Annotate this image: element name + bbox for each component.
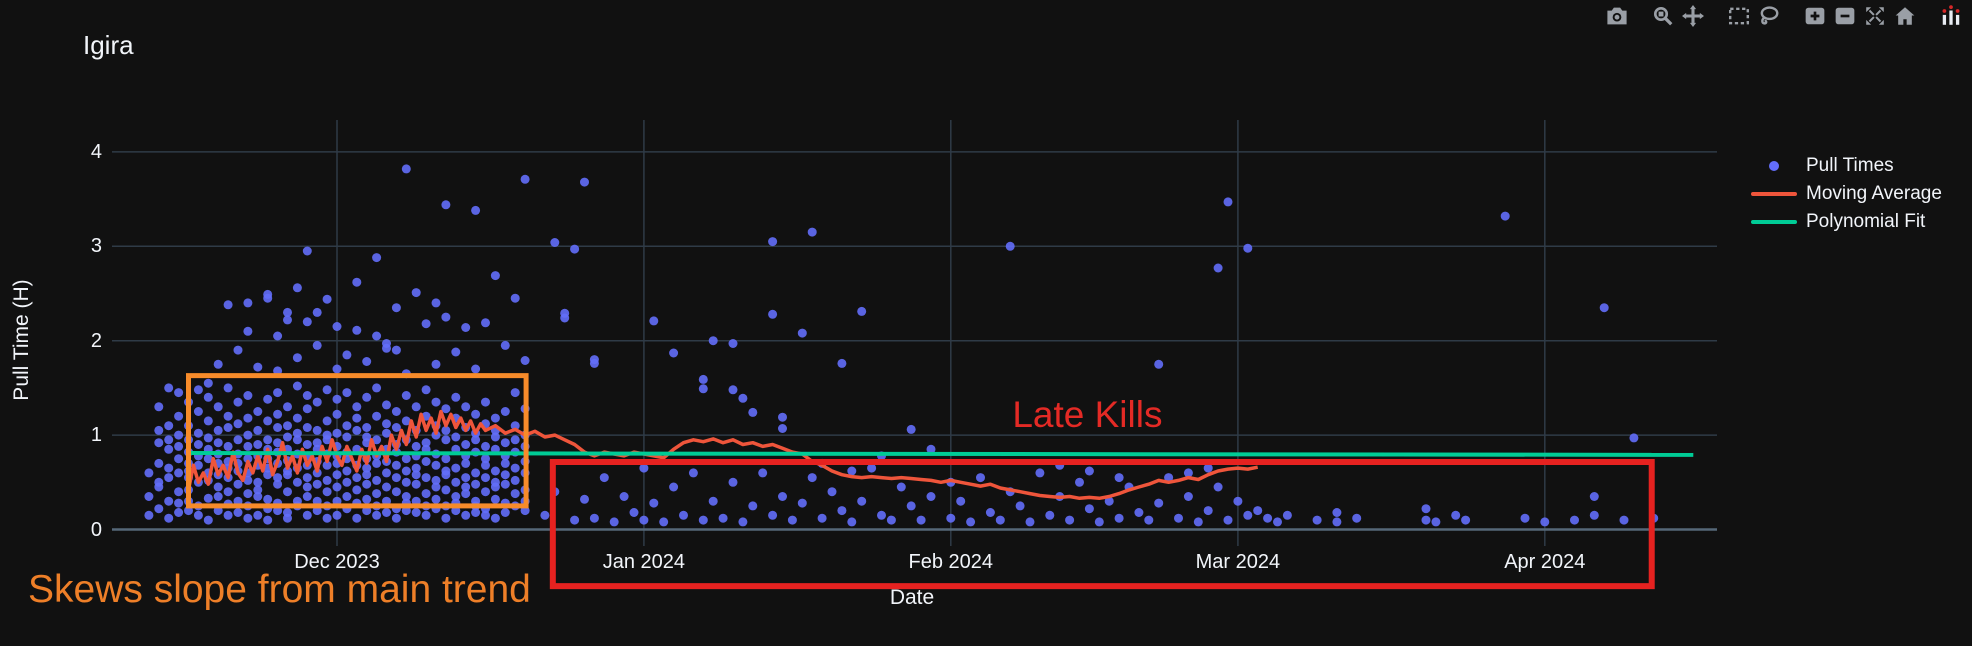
zoom-out-icon[interactable]	[1830, 3, 1860, 29]
modebar-group	[1602, 3, 1632, 29]
x-tick-label: Feb 2024	[908, 551, 994, 573]
y-tick-label: 4	[90, 140, 102, 163]
x-axis-title: Date	[889, 586, 935, 609]
modebar-group	[1800, 3, 1920, 29]
lasso-select-icon[interactable]	[1754, 3, 1784, 29]
skews-slope-annotation: Skews slope from main trend	[28, 568, 531, 611]
plotly-modebar	[1586, 3, 1966, 29]
legend-label: Pull Times	[1806, 155, 1894, 176]
legend-item-pull-times[interactable]: Pull Times	[1748, 152, 1942, 180]
late-kills-annotation: Late Kills	[1012, 394, 1163, 436]
y-tick-label: 3	[90, 235, 102, 258]
y-tick-label: 0	[90, 518, 102, 541]
modebar-group	[1724, 3, 1784, 29]
box-select-icon[interactable]	[1724, 3, 1754, 29]
legend-line-swatch	[1748, 220, 1800, 224]
zoom-icon[interactable]	[1648, 3, 1678, 29]
pan-icon[interactable]	[1678, 3, 1708, 29]
y-axis-title: Pull Time (H)	[10, 279, 33, 401]
x-tick-label: Jan 2024	[602, 551, 686, 573]
x-tick-label: Mar 2024	[1195, 551, 1281, 573]
chart-legend: Pull Times Moving Average Polynomial Fit	[1748, 152, 1942, 236]
modebar-group	[1648, 3, 1708, 29]
modebar-group	[1936, 3, 1966, 29]
zoom-in-icon[interactable]	[1800, 3, 1830, 29]
legend-label: Moving Average	[1806, 183, 1942, 204]
legend-marker-swatch	[1748, 161, 1800, 171]
plotly-logo-icon[interactable]	[1936, 3, 1966, 29]
y-tick-label: 2	[90, 329, 102, 352]
plotly-figure: Igira Pull Time (H) Date 01234 Dec 2023 J…	[0, 0, 1972, 646]
reset-axes-icon[interactable]	[1890, 3, 1920, 29]
y-tick-label: 1	[90, 424, 102, 447]
legend-item-polynomial-fit[interactable]: Polynomial Fit	[1748, 208, 1942, 236]
legend-label: Polynomial Fit	[1806, 211, 1926, 232]
x-tick-label: Apr 2024	[1504, 551, 1586, 573]
camera-icon[interactable]	[1602, 3, 1632, 29]
autoscale-icon[interactable]	[1860, 3, 1890, 29]
polynomial-fit-line	[188, 451, 1694, 457]
scatter-points	[144, 164, 1659, 527]
gridlines	[112, 120, 1717, 546]
legend-line-swatch	[1748, 192, 1800, 196]
legend-item-moving-average[interactable]: Moving Average	[1748, 180, 1942, 208]
chart-title: Igira	[83, 30, 134, 60]
